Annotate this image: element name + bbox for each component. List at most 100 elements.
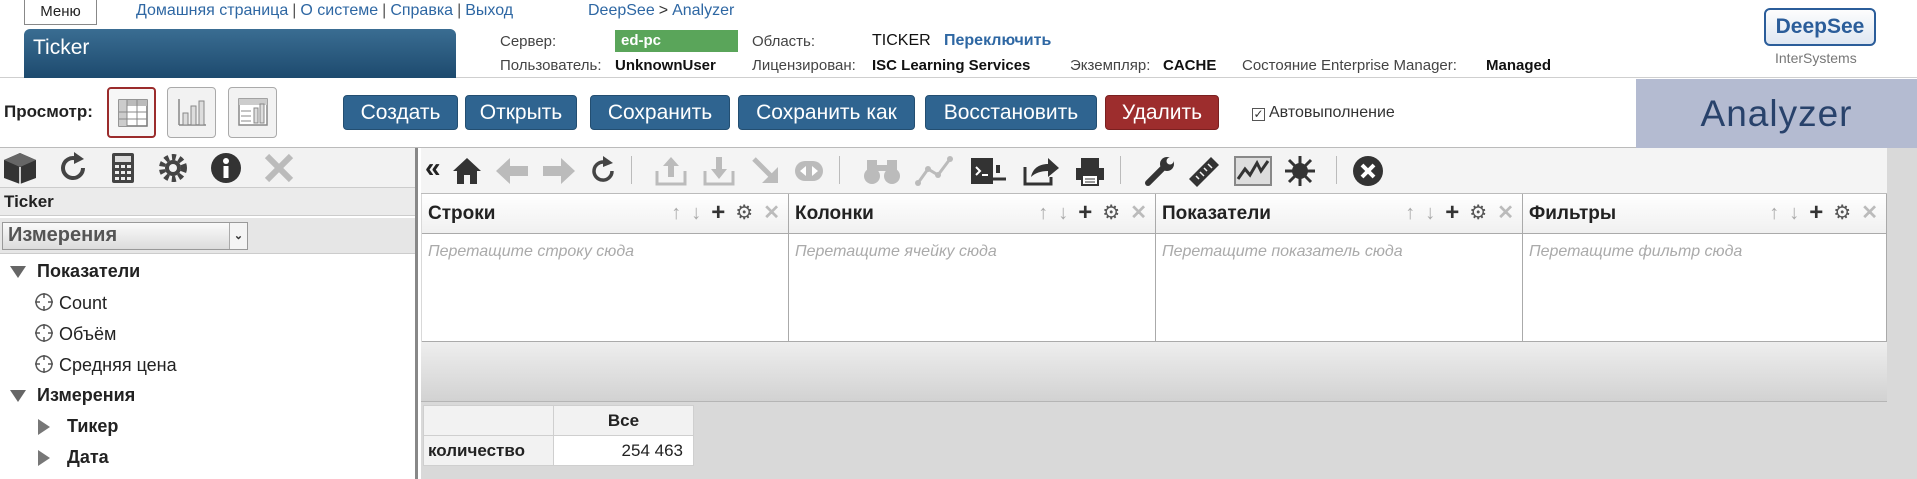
namespace-label: Область:: [752, 33, 816, 50]
tree-measures-folder[interactable]: Показатели: [10, 261, 140, 282]
add-icon[interactable]: +: [1078, 201, 1092, 225]
measures-shelf[interactable]: Показатели ↑ ↓ + ⚙ ✕ Перетащите показатель с…: [1156, 194, 1523, 342]
home-icon[interactable]: [451, 155, 483, 187]
swap-icon[interactable]: [792, 155, 826, 187]
clear-icon[interactable]: ✕: [1497, 203, 1514, 223]
rows-shelf[interactable]: Строки ↑ ↓ + ⚙ ✕ Перетащите строку сюда: [422, 194, 789, 342]
move-down-icon[interactable]: ↓: [1058, 203, 1068, 223]
gear-icon[interactable]: ⚙: [1469, 203, 1487, 223]
refresh-icon[interactable]: [56, 151, 90, 185]
tree-item-dimension[interactable]: Дата: [38, 447, 109, 468]
move-down-icon[interactable]: ↓: [1789, 203, 1799, 223]
tree-item-label: Тикер: [67, 416, 119, 436]
print-icon[interactable]: [1073, 155, 1107, 187]
save-button[interactable]: Сохранить: [590, 95, 730, 130]
move-down-icon[interactable]: ↓: [691, 203, 701, 223]
breadcrumb-analyzer[interactable]: Analyzer: [672, 2, 734, 19]
tree-item-measure[interactable]: Средняя цена: [34, 354, 177, 376]
checkbox-check-icon[interactable]: ✓: [1252, 108, 1265, 121]
auto-run-checkbox[interactable]: ✓ Автовыполнение: [1252, 104, 1395, 122]
chevron-down-icon: ⌄: [229, 223, 247, 249]
pivot-table-view-button[interactable]: [107, 87, 156, 138]
shelf-header: Строки ↑ ↓ + ⚙ ✕: [422, 194, 788, 234]
switch-namespace-link[interactable]: Переключить: [944, 32, 1051, 50]
gear-icon[interactable]: ⚙: [735, 203, 753, 223]
gear-icon[interactable]: [156, 151, 190, 185]
move-down-icon[interactable]: ↓: [1425, 203, 1435, 223]
cube-title: Ticker: [0, 188, 415, 216]
tree-dimensions-folder[interactable]: Измерения: [10, 385, 135, 406]
shelf-title: Фильтры: [1529, 203, 1617, 224]
open-button[interactable]: Открыть: [465, 95, 577, 130]
trend-chart-icon[interactable]: [1233, 155, 1273, 187]
move-up-icon[interactable]: ↑: [1769, 203, 1779, 223]
tree-item-measure[interactable]: Count: [34, 292, 107, 314]
calculator-icon[interactable]: [108, 151, 138, 185]
home-link[interactable]: Домашняя страница: [136, 2, 288, 19]
back-arrow-icon[interactable]: [494, 155, 530, 187]
collapse-panel-icon[interactable]: «: [425, 152, 441, 184]
clear-icon[interactable]: ✕: [1861, 203, 1878, 223]
highlight-icon[interactable]: [1283, 155, 1317, 187]
columns-shelf[interactable]: Колонки ↑ ↓ + ⚙ ✕ Перетащите ячейку сюда: [789, 194, 1156, 342]
em-state-label: Состояние Enterprise Manager:: [1242, 57, 1457, 74]
refresh-icon[interactable]: [587, 155, 619, 187]
forward-arrow-icon[interactable]: [541, 155, 577, 187]
clear-icon[interactable]: ✕: [1130, 203, 1147, 223]
pivot-value-cell[interactable]: 254 463: [553, 435, 694, 466]
wrench-icon[interactable]: [1143, 155, 1177, 187]
add-icon[interactable]: +: [1445, 201, 1459, 225]
auto-run-label: Автовыполнение: [1269, 104, 1395, 121]
expand-down-icon: [10, 266, 26, 279]
view-label: Просмотр:: [4, 102, 93, 121]
gear-icon[interactable]: ⚙: [1102, 203, 1120, 223]
pivot-corner-cell: [423, 405, 554, 436]
clear-icon[interactable]: ✕: [763, 203, 780, 223]
pivot-work-area: « Строки ↑ ↓ + ⚙ ✕ Перетащите строку сюд…: [421, 148, 1917, 479]
breadcrumb-deepsee[interactable]: DeepSee: [588, 2, 655, 19]
tree-item-label: Дата: [67, 447, 109, 467]
server-label: Сервер:: [500, 33, 557, 50]
info-icon[interactable]: [209, 151, 243, 185]
filters-shelf[interactable]: Фильтры ↑ ↓ + ⚙ ✕ Перетащите фильтр сюда: [1523, 194, 1887, 342]
pivot-column-header[interactable]: Все: [553, 405, 694, 436]
menu-button[interactable]: Меню: [24, 0, 97, 25]
move-up-icon[interactable]: ↑: [1038, 203, 1048, 223]
left-panel-toolbar: [0, 148, 415, 188]
pivot-row-header[interactable]: количество: [423, 435, 554, 466]
tree-item-label: Средняя цена: [59, 355, 177, 375]
listing-icon[interactable]: [968, 155, 1008, 187]
shelf-header: Показатели ↑ ↓ + ⚙ ✕: [1156, 194, 1522, 234]
add-icon[interactable]: +: [1809, 201, 1823, 225]
shelf-title: Показатели: [1162, 203, 1271, 224]
move-up-icon[interactable]: ↑: [671, 203, 681, 223]
dimension-select[interactable]: Измерения ⌄: [2, 222, 248, 250]
binoculars-icon[interactable]: [861, 155, 903, 187]
shelf-header: Фильтры ↑ ↓ + ⚙ ✕: [1523, 194, 1886, 234]
drill-down-icon[interactable]: [750, 155, 782, 187]
tree-item-dimension[interactable]: Тикер: [38, 416, 118, 437]
table-and-chart-view-button[interactable]: [228, 87, 277, 138]
about-link[interactable]: О системе: [300, 2, 378, 19]
table-view-icon: [118, 99, 148, 127]
chart-view-button[interactable]: [167, 87, 216, 138]
export-icon[interactable]: [654, 155, 688, 187]
close-circle-icon[interactable]: [1351, 155, 1385, 187]
help-link[interactable]: Справка: [390, 2, 453, 19]
cube-icon[interactable]: [2, 151, 38, 185]
line-chart-icon[interactable]: [914, 155, 954, 187]
add-icon[interactable]: +: [711, 201, 725, 225]
move-up-icon[interactable]: ↑: [1405, 203, 1415, 223]
import-icon[interactable]: [702, 155, 736, 187]
restore-button[interactable]: Восстановить: [925, 95, 1097, 130]
close-icon[interactable]: [262, 151, 296, 185]
save-as-button[interactable]: Сохранить как: [738, 95, 915, 130]
logout-link[interactable]: Выход: [465, 2, 513, 19]
user-value: UnknownUser: [615, 57, 716, 74]
gear-icon[interactable]: ⚙: [1833, 203, 1851, 223]
share-icon[interactable]: [1021, 155, 1061, 187]
delete-button[interactable]: Удалить: [1105, 95, 1219, 130]
ruler-icon[interactable]: [1187, 155, 1221, 187]
tree-item-measure[interactable]: Объём: [34, 323, 116, 345]
create-button[interactable]: Создать: [343, 95, 458, 130]
